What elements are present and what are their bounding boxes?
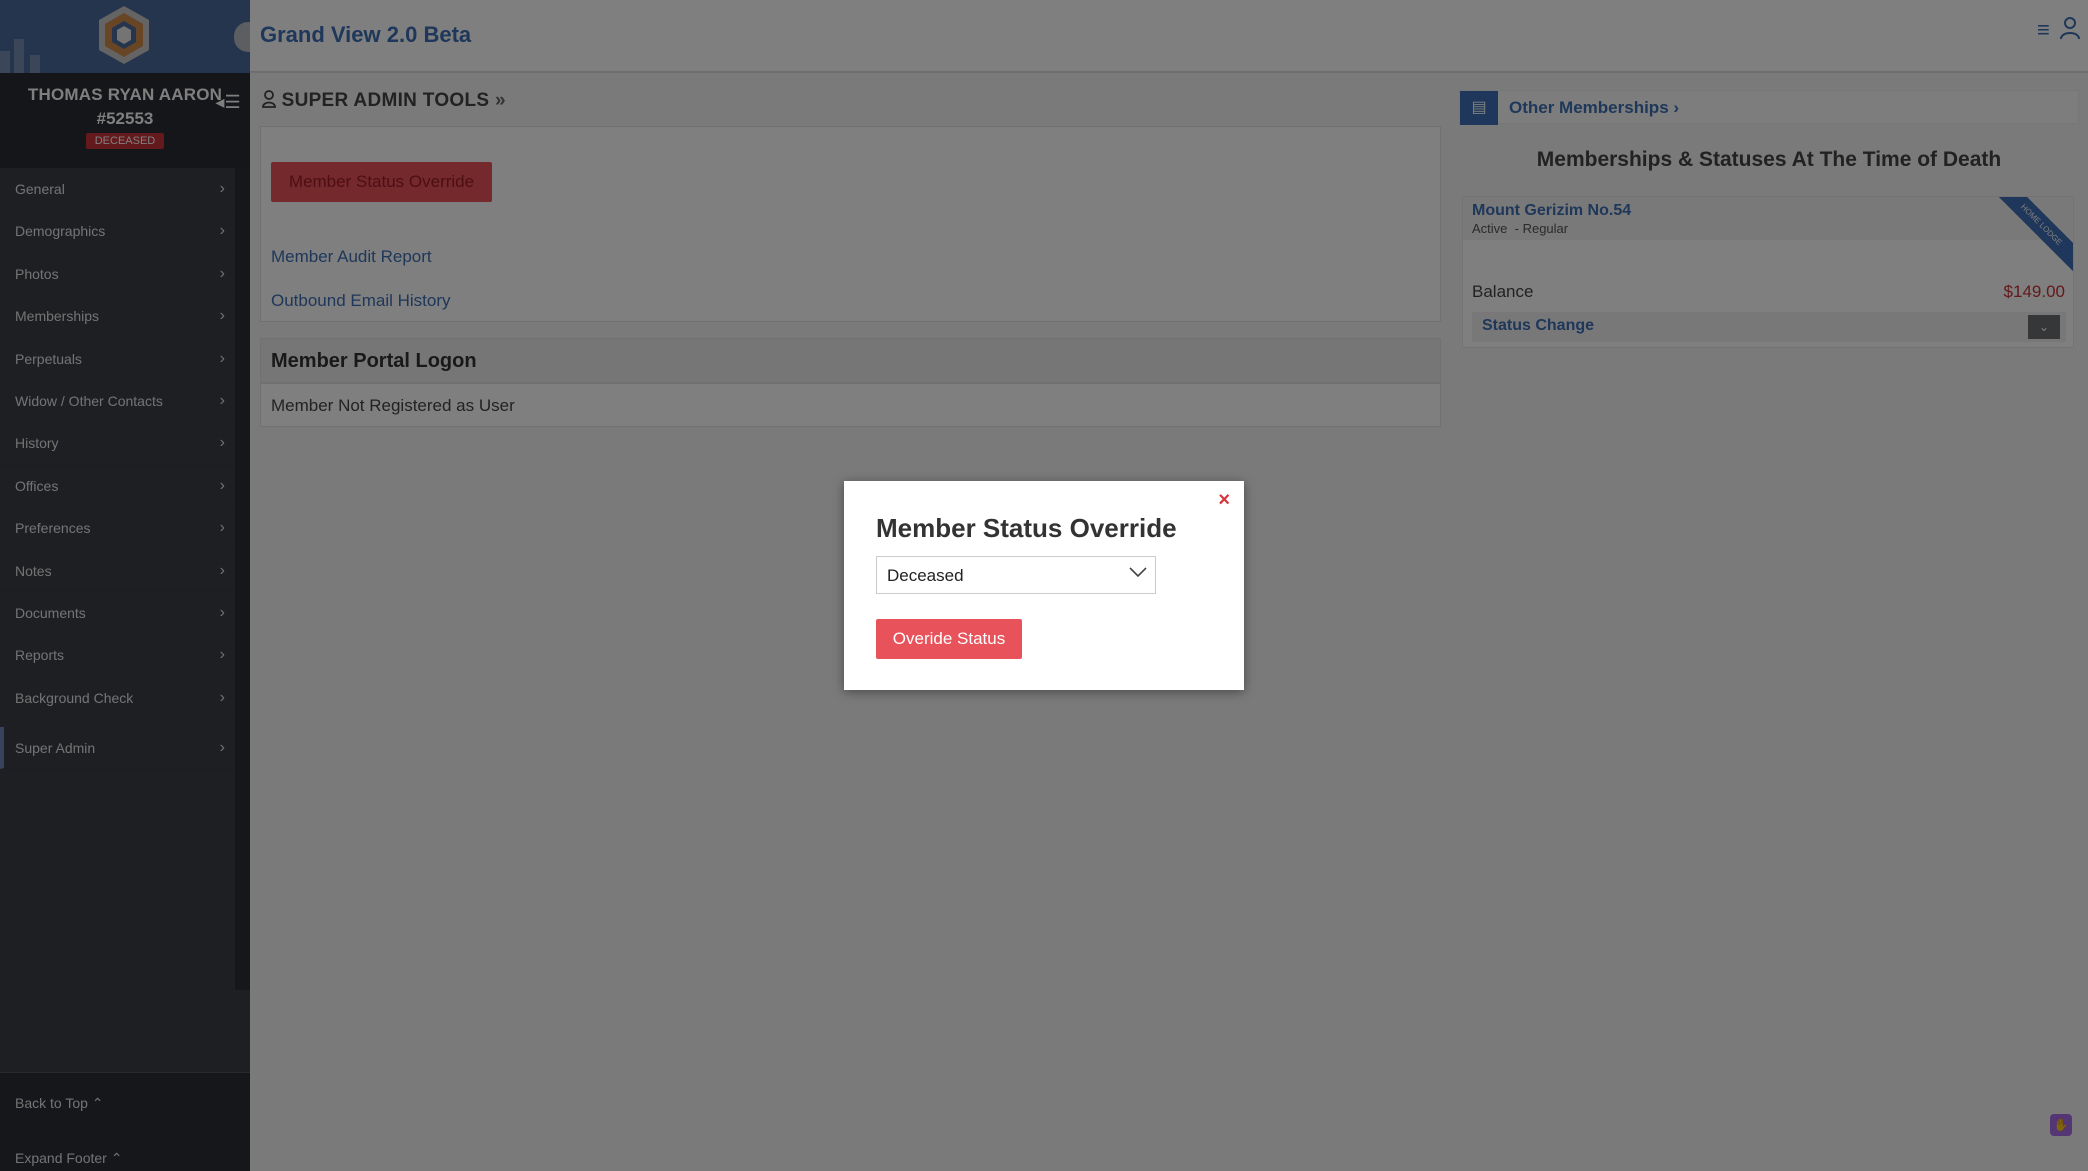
- override-status-button[interactable]: Overide Status: [876, 619, 1022, 659]
- modal-title: Member Status Override: [876, 513, 1177, 543]
- status-select-value: Deceased: [887, 566, 964, 585]
- close-icon[interactable]: ×: [1218, 489, 1230, 512]
- status-select[interactable]: Deceased: [876, 556, 1156, 594]
- status-override-modal: × Member Status Override Deceased Overid…: [844, 481, 1244, 690]
- chevron-down-icon: [1129, 565, 1147, 583]
